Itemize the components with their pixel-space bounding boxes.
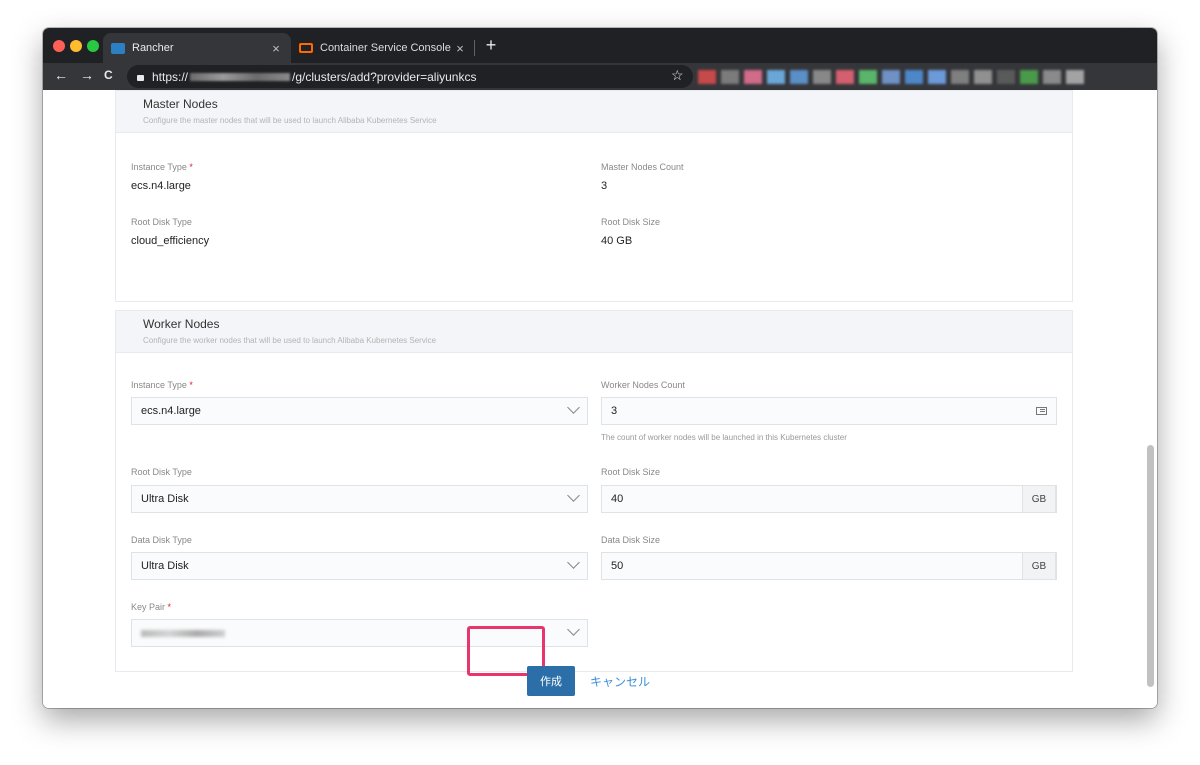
key-pair-value-redacted [141, 629, 225, 637]
new-tab-button[interactable]: + [483, 35, 499, 56]
worker-count-label: Worker Nodes Count [601, 380, 685, 390]
worker-data-disk-size-input[interactable]: 50 GB [601, 552, 1057, 580]
chevron-down-icon [567, 556, 580, 569]
address-bar[interactable]: https:// /g/clusters/add?provider=aliyun… [127, 65, 693, 88]
create-button[interactable]: 作成 [527, 666, 575, 696]
url-host-redacted [190, 72, 291, 81]
rancher-favicon-icon [111, 42, 125, 54]
page-scrollbar[interactable] [1147, 445, 1154, 687]
master-root-disk-type-value: cloud_efficiency [131, 235, 210, 247]
minimize-window-button[interactable] [70, 40, 82, 52]
worker-instance-type-label: Instance Type * [131, 380, 193, 390]
extensions-redacted [698, 67, 1157, 86]
number-input-icon [1036, 407, 1047, 415]
master-nodes-description: Configure the master nodes that will be … [143, 116, 437, 125]
worker-count-value: 3 [611, 405, 618, 417]
browser-window: Rancher × Container Service Console × + … [43, 28, 1157, 708]
key-pair-label: Key Pair * [131, 602, 172, 612]
worker-root-disk-type-value: Ultra Disk [141, 493, 189, 505]
worker-root-disk-type-label: Root Disk Type [131, 467, 192, 477]
chevron-down-icon [567, 489, 580, 502]
tab-close-icon[interactable]: × [269, 41, 283, 56]
chevron-down-icon [567, 623, 580, 636]
worker-root-disk-size-label: Root Disk Size [601, 467, 661, 477]
master-nodes-header: Master Nodes Configure the master nodes … [116, 91, 1072, 133]
tab-container-service-console[interactable]: Container Service Console × [291, 33, 475, 63]
browser-toolbar: ← → C https:// /g/clusters/add?provider=… [43, 63, 1157, 90]
worker-root-disk-size-value: 40 [611, 493, 624, 505]
bookmark-star-icon[interactable]: ☆ [671, 67, 684, 84]
maximize-window-button[interactable] [87, 40, 99, 52]
worker-data-disk-size-label: Data Disk Size [601, 535, 661, 545]
url-scheme: https:// [152, 69, 189, 84]
chevron-down-icon [567, 401, 580, 414]
master-count-value: 3 [601, 180, 608, 192]
page-content: Master Nodes Configure the master nodes … [43, 90, 1157, 708]
worker-data-disk-type-value: Ultra Disk [141, 560, 189, 572]
worker-count-help: The count of worker nodes will be launch… [601, 433, 847, 442]
alibaba-console-favicon-icon [299, 43, 313, 53]
lock-icon [137, 74, 144, 81]
tab-close-icon[interactable]: × [453, 41, 467, 56]
master-count-label: Master Nodes Count [601, 162, 684, 172]
reload-icon[interactable]: C [104, 68, 113, 82]
master-instance-type-value: ecs.n4.large [131, 180, 191, 192]
close-window-button[interactable] [53, 40, 65, 52]
master-root-disk-size-value: 40 GB [601, 235, 633, 247]
master-root-disk-size-label: Root Disk Size [601, 217, 661, 227]
worker-nodes-title: Worker Nodes [143, 317, 220, 331]
worker-nodes-header: Worker Nodes Configure the worker nodes … [116, 311, 1072, 353]
cancel-link[interactable]: キャンセル [590, 673, 650, 690]
tab-rancher[interactable]: Rancher × [103, 33, 291, 63]
worker-nodes-panel: Worker Nodes Configure the worker nodes … [115, 310, 1073, 672]
tab-title: Rancher [132, 42, 174, 54]
worker-root-disk-type-select[interactable]: Ultra Disk [131, 485, 588, 513]
forward-icon[interactable]: → [80, 67, 94, 83]
worker-count-input[interactable]: 3 [601, 397, 1057, 425]
worker-root-disk-size-input[interactable]: 40 GB [601, 485, 1057, 513]
master-root-disk-type-label: Root Disk Type [131, 217, 192, 227]
worker-data-disk-type-label: Data Disk Type [131, 535, 192, 545]
master-nodes-title: Master Nodes [143, 97, 218, 111]
worker-data-disk-type-select[interactable]: Ultra Disk [131, 552, 588, 580]
master-instance-type-label: Instance Type * [131, 162, 193, 172]
tab-title: Container Service Console [320, 42, 451, 54]
url-path: /g/clusters/add?provider=aliyunkcs [292, 69, 477, 84]
worker-instance-type-value: ecs.n4.large [141, 405, 201, 417]
worker-nodes-description: Configure the worker nodes that will be … [143, 336, 437, 345]
back-icon[interactable]: ← [54, 67, 68, 83]
tab-separator [474, 40, 475, 56]
master-nodes-panel: Master Nodes Configure the master nodes … [115, 90, 1073, 302]
tab-strip: Rancher × Container Service Console × + [43, 28, 1157, 63]
root-disk-unit-addon: GB [1022, 485, 1056, 513]
data-disk-unit-addon: GB [1022, 552, 1056, 580]
worker-instance-type-select[interactable]: ecs.n4.large [131, 397, 588, 425]
worker-data-disk-size-value: 50 [611, 560, 624, 572]
